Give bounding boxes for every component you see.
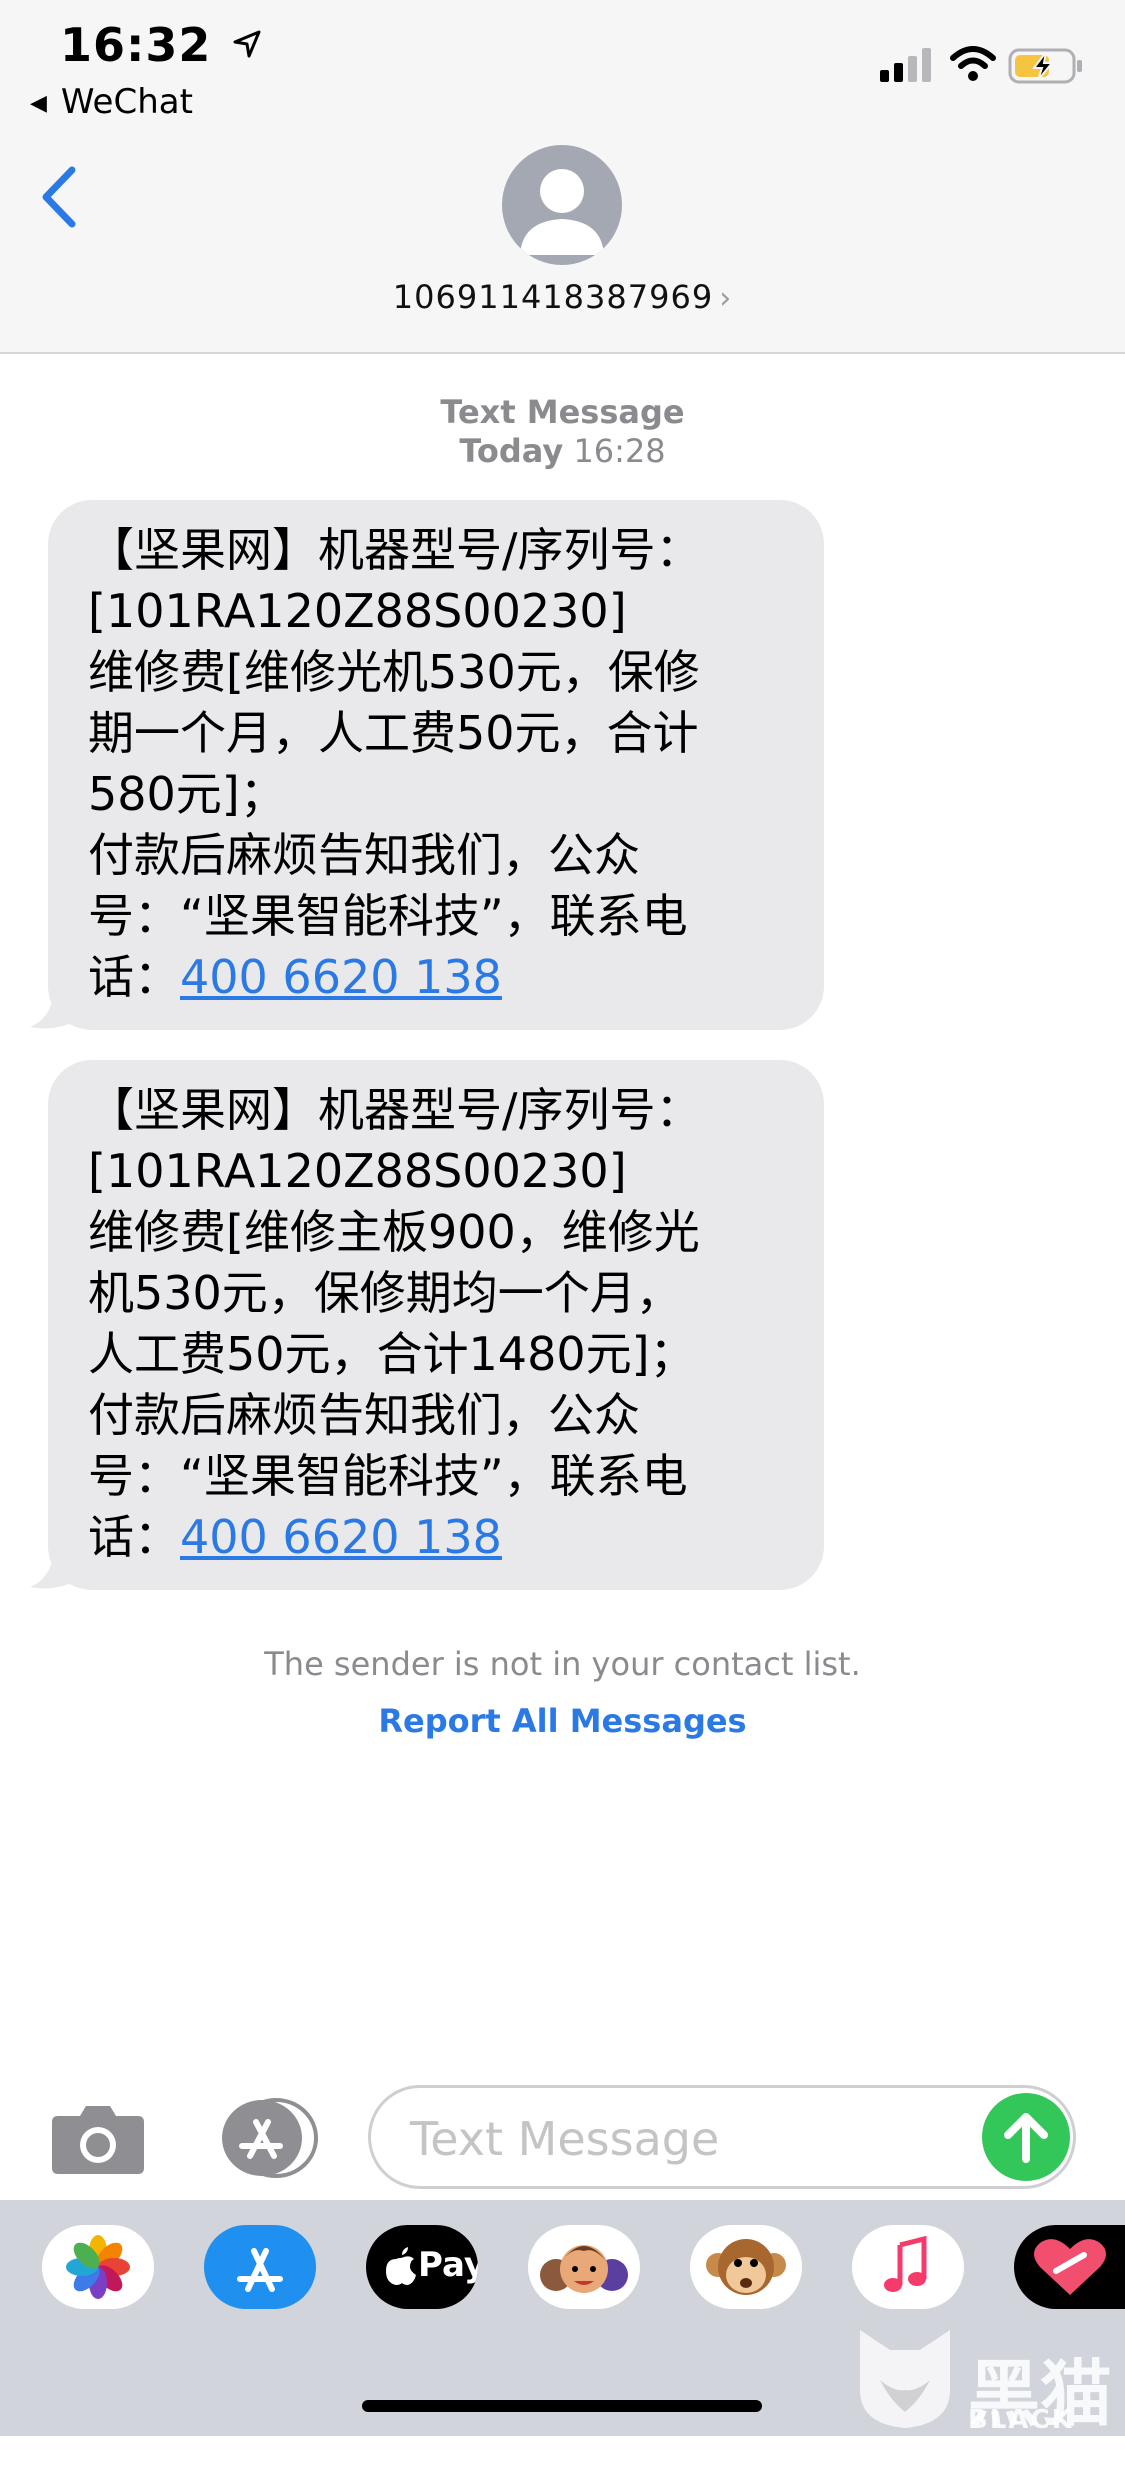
- message-input-placeholder: Text Message: [410, 2112, 720, 2166]
- contact-avatar[interactable]: [502, 145, 622, 265]
- music-note-icon: [884, 2235, 927, 2292]
- app-store-icon[interactable]: [204, 2225, 316, 2309]
- contact-name[interactable]: 106911418387969 ›: [0, 278, 1125, 316]
- heart-icon: [1034, 2239, 1106, 2295]
- message-text: 【坚果网】机器型号/序列号： [101RA120Z88S00230] 维修费[维…: [88, 523, 702, 1004]
- back-to-app-link[interactable]: ◀ WeChat: [30, 82, 193, 122]
- unknown-sender-notice: The sender is not in your contact list.: [264, 1645, 861, 1683]
- location-arrow-icon: [233, 30, 261, 58]
- music-app-icon[interactable]: [852, 2225, 964, 2309]
- signal-icon: [880, 48, 931, 82]
- watermark-logo-subtext: BLACK CAT: [968, 2405, 1074, 2465]
- back-app-label: WeChat: [60, 82, 193, 122]
- app-store-glyph-icon: [237, 2248, 283, 2292]
- message-type-label: Text Message: [440, 393, 685, 431]
- status-time: 16:32: [60, 18, 262, 72]
- apple-pay-icon[interactable]: Pay: [366, 2225, 478, 2309]
- send-button[interactable]: [982, 2093, 1070, 2181]
- message-bubble[interactable]: 【坚果网】机器型号/序列号： [101RA120Z88S00230] 维修费[维…: [48, 500, 824, 1030]
- back-chevron-icon[interactable]: [34, 162, 84, 232]
- home-indicator[interactable]: [362, 2400, 762, 2412]
- battery-charging-icon: [1008, 48, 1082, 84]
- animoji-icon[interactable]: [690, 2225, 802, 2309]
- phone-number-link[interactable]: 400 6620 138: [180, 950, 502, 1004]
- message-text: 【坚果网】机器型号/序列号： [101RA120Z88S00230] 维修费[维…: [88, 1083, 702, 1564]
- monkey-face-icon: [706, 2239, 786, 2295]
- arrow-up-icon: [1004, 2113, 1048, 2163]
- app-store-toggle-icon[interactable]: [210, 2098, 320, 2178]
- phone-number-link[interactable]: 400 6620 138: [180, 1510, 502, 1564]
- contact-number-label: 106911418387969: [392, 278, 714, 316]
- camera-icon[interactable]: [50, 2100, 146, 2176]
- apple-pay-label: Pay: [418, 2245, 478, 2285]
- photos-app-icon[interactable]: [42, 2225, 154, 2309]
- memoji-faces-icon: [540, 2245, 628, 2293]
- report-all-messages-link[interactable]: Report All Messages: [0, 1702, 1125, 1740]
- wifi-icon: [950, 46, 996, 81]
- back-triangle-icon: ◀: [30, 91, 47, 116]
- message-bubble[interactable]: 【坚果网】机器型号/序列号： [101RA120Z88S00230] 维修费[维…: [48, 1060, 824, 1590]
- chevron-right-icon: ›: [719, 281, 733, 316]
- digital-touch-icon[interactable]: [1014, 2225, 1125, 2309]
- black-cat-logo: [860, 2330, 950, 2428]
- memoji-stickers-icon[interactable]: [528, 2225, 640, 2309]
- photos-flower-icon: [66, 2235, 130, 2299]
- message-timestamp: Today 16:28: [459, 432, 666, 470]
- person-silhouette-icon: [520, 169, 604, 255]
